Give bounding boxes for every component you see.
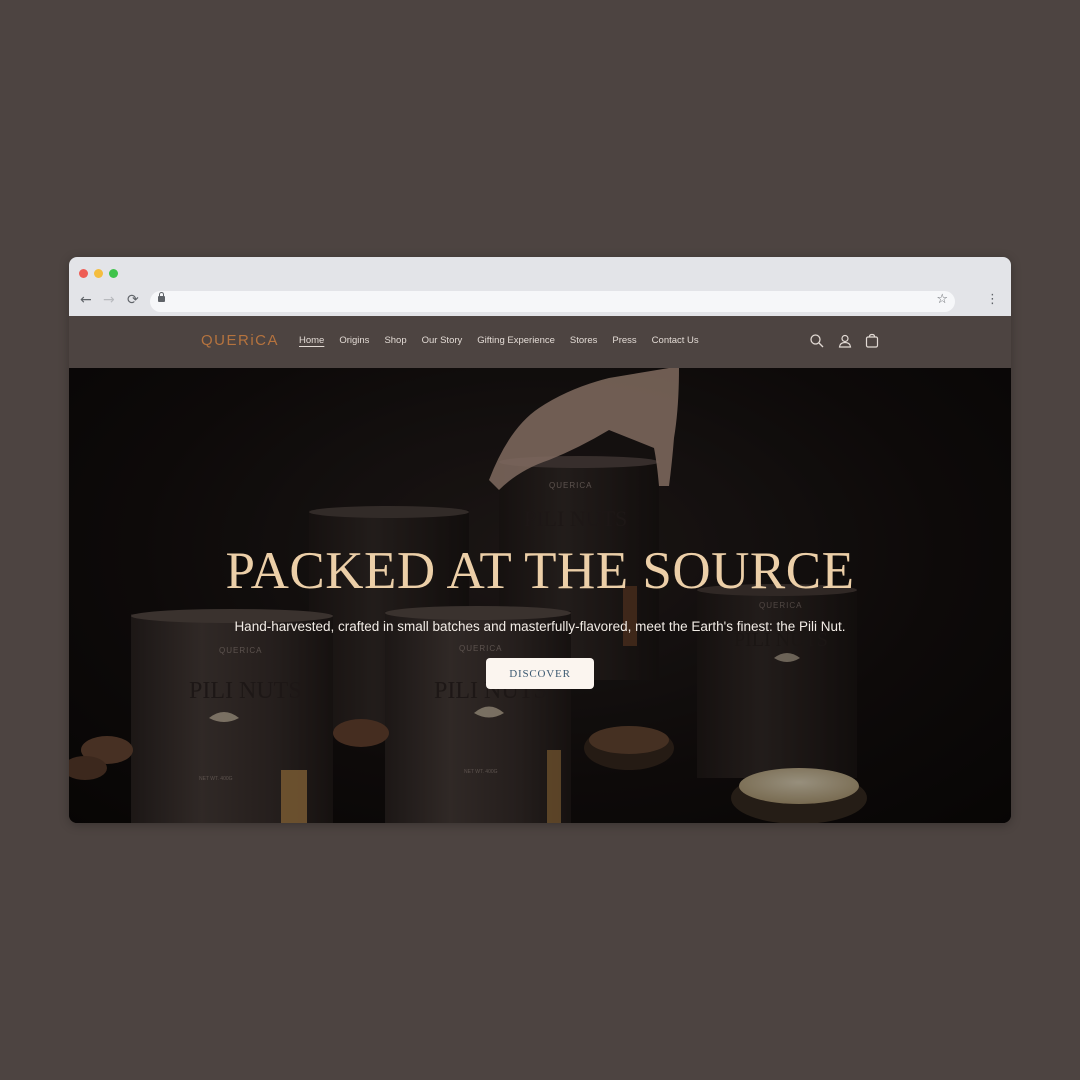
close-window-dot[interactable]	[79, 269, 88, 278]
discover-button[interactable]: DISCOVER	[486, 658, 594, 689]
nav-our-story[interactable]: Our Story	[422, 335, 463, 346]
hero-title: PACKED AT THE SOURCE	[225, 542, 855, 600]
browser-chrome: ← → ⟳ ☆ ⋮	[69, 257, 1011, 316]
nav-press[interactable]: Press	[612, 335, 636, 346]
nav-contact-us[interactable]: Contact Us	[652, 335, 699, 346]
nav-home[interactable]: Home	[299, 335, 324, 346]
reload-icon[interactable]: ⟳	[127, 293, 139, 307]
site-header: QUERiCA Home Origins Shop Our Story Gift…	[69, 316, 1011, 368]
nav-gifting-experience[interactable]: Gifting Experience	[477, 335, 555, 346]
search-icon[interactable]	[809, 333, 825, 349]
browser-menu-icon[interactable]: ⋮	[986, 293, 999, 307]
minimize-window-dot[interactable]	[94, 269, 103, 278]
nav-shop[interactable]: Shop	[384, 335, 406, 346]
address-bar[interactable]: ☆	[150, 291, 955, 312]
browser-window: ← → ⟳ ☆ ⋮ QUERiCA Home Origins Shop Our …	[69, 257, 1011, 823]
back-arrow-icon[interactable]: ←	[80, 293, 92, 307]
bookmark-star-icon[interactable]: ☆	[936, 292, 948, 307]
maximize-window-dot[interactable]	[109, 269, 118, 278]
cart-icon[interactable]	[864, 333, 880, 349]
forward-arrow-icon[interactable]: →	[103, 293, 115, 307]
site-logo[interactable]: QUERiCA	[201, 332, 279, 349]
lock-icon	[158, 292, 165, 302]
nav-origins[interactable]: Origins	[339, 335, 369, 346]
hero-banner: QUERICA PILI NUTS QUERICA PILI NUTS QUER…	[69, 368, 1011, 823]
nav-stores[interactable]: Stores	[570, 335, 597, 346]
account-icon[interactable]	[837, 333, 853, 349]
hero-subtitle: Hand-harvested, crafted in small batches…	[234, 619, 846, 634]
main-nav: Home Origins Shop Our Story Gifting Expe…	[299, 335, 714, 346]
